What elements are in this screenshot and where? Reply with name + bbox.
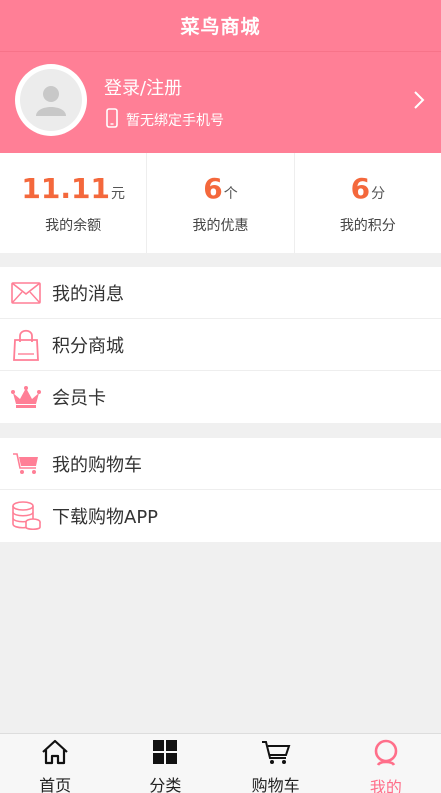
profile-icon — [372, 739, 400, 771]
menu-item-label: 我的消息 — [52, 283, 124, 305]
stat-label: 我的积分 — [339, 217, 396, 234]
cart-icon — [261, 739, 291, 769]
tab-label: 分类 — [149, 776, 182, 793]
menu-item-points-mall[interactable]: 积分商城 — [0, 319, 441, 371]
menu-item-cart[interactable]: 我的购物车 — [0, 438, 441, 490]
login-register-link[interactable]: 登录/注册 — [104, 74, 182, 100]
stat-unit: 分 — [371, 185, 386, 202]
menu-item-label: 我的购物车 — [52, 454, 142, 476]
shopping-bag-icon — [0, 319, 52, 371]
database-icon — [0, 490, 52, 542]
menu-item-label: 下载购物APP — [52, 507, 159, 528]
bottom-tab-bar: 首页 分类 购物车 我的 — [0, 733, 441, 793]
menu-item-label: 积分商城 — [52, 335, 124, 357]
home-icon — [41, 739, 69, 769]
stat-value: 6 — [203, 171, 223, 205]
phone-binding-row: 暂无绑定手机号 — [106, 108, 224, 132]
menu-group-shopping: 我的购物车 下载购物APP — [0, 438, 441, 542]
stat-label: 我的余额 — [45, 217, 102, 234]
stat-unit: 元 — [110, 185, 125, 202]
app-header: 菜鸟商城 — [0, 0, 441, 52]
crown-icon — [0, 371, 52, 423]
stat-value: 11.11 — [21, 171, 110, 205]
cart-icon — [0, 438, 52, 490]
tab-cart[interactable]: 购物车 — [221, 734, 331, 793]
menu-item-messages[interactable]: 我的消息 — [0, 267, 441, 319]
stat-points[interactable]: 6 分 我的积分 — [295, 153, 441, 253]
stat-label: 我的优惠 — [192, 217, 249, 234]
tab-profile[interactable]: 我的 — [331, 734, 441, 793]
menu-group-account: 我的消息 积分商城 会员卡 — [0, 267, 441, 423]
grid-icon — [152, 739, 178, 769]
menu-item-membership-card[interactable]: 会员卡 — [0, 371, 441, 423]
chevron-right-icon[interactable] — [413, 90, 425, 114]
stat-value: 6 — [350, 171, 371, 205]
tab-categories[interactable]: 分类 — [110, 734, 220, 793]
user-avatar-icon — [20, 69, 82, 131]
tab-label: 首页 — [39, 776, 72, 793]
phone-status-text: 暂无绑定手机号 — [126, 113, 224, 129]
account-stats: 11.11 元 我的余额 6 个 我的优惠 6 分 我的积分 — [0, 153, 441, 253]
page-title: 菜鸟商城 — [180, 16, 261, 38]
tab-home[interactable]: 首页 — [0, 734, 110, 793]
stat-balance[interactable]: 11.11 元 我的余额 — [0, 153, 148, 253]
tab-label: 购物车 — [251, 776, 300, 793]
avatar[interactable] — [15, 64, 87, 136]
mail-icon — [0, 267, 52, 319]
stat-unit: 个 — [223, 185, 238, 202]
menu-item-label: 会员卡 — [52, 388, 106, 409]
menu-item-download-app[interactable]: 下载购物APP — [0, 490, 441, 542]
profile-banner[interactable]: 登录/注册 暂无绑定手机号 — [0, 52, 441, 153]
stat-coupons[interactable]: 6 个 我的优惠 — [147, 153, 295, 253]
phone-icon — [106, 108, 118, 132]
tab-label: 我的 — [369, 778, 402, 793]
